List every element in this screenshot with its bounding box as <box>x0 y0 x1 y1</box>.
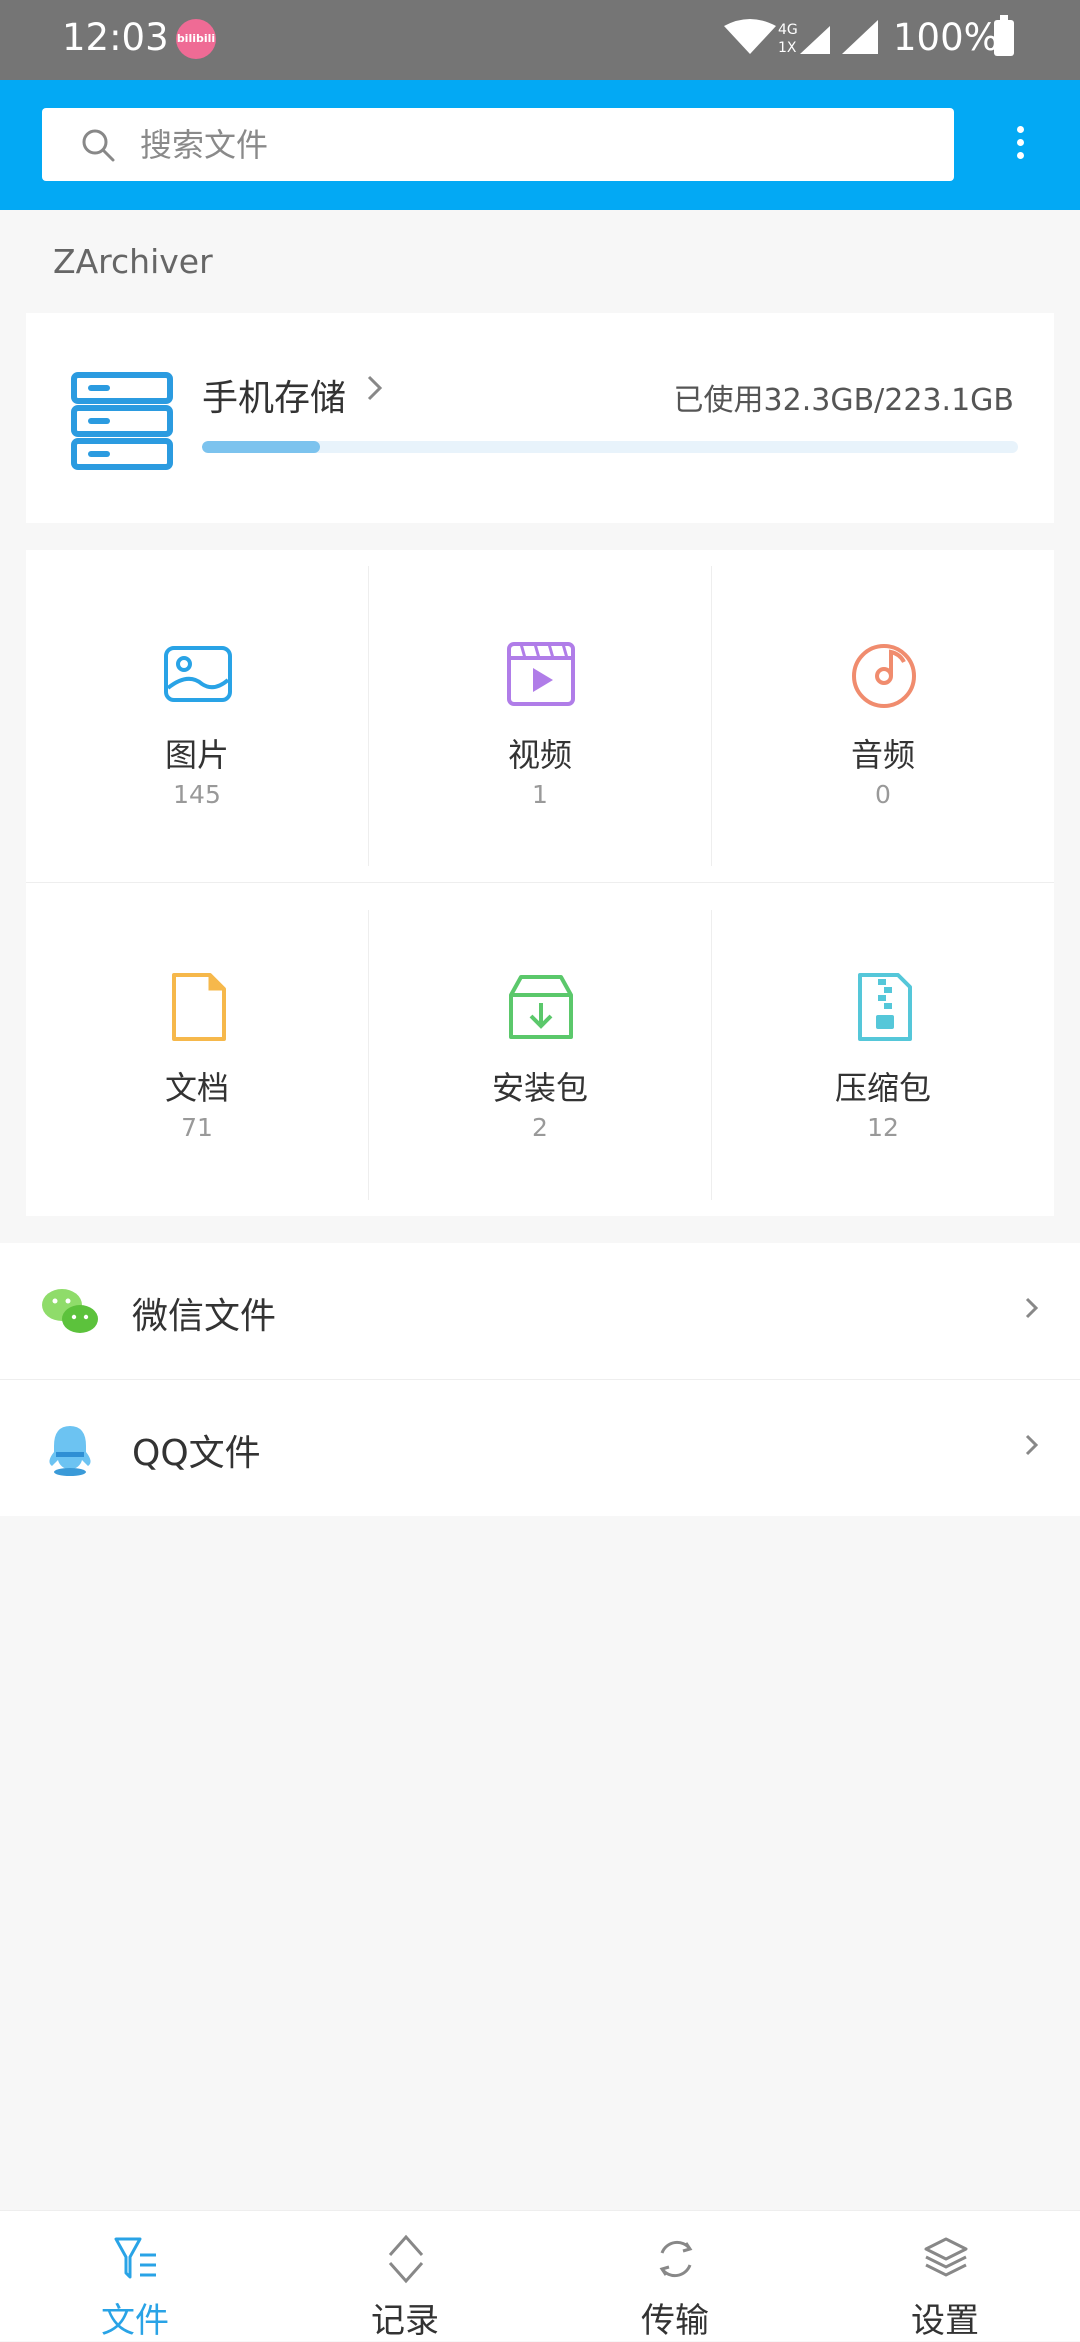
category-videos[interactable]: 视频 1 <box>369 550 711 870</box>
category-count: 145 <box>173 780 221 809</box>
signal-icons: 4G 1X <box>724 19 878 56</box>
app-bar <box>0 80 1080 210</box>
category-count: 2 <box>532 1113 548 1142</box>
search-input[interactable] <box>140 108 920 181</box>
tab-files[interactable]: 文件 <box>0 2211 270 2341</box>
storage-icon <box>71 372 173 470</box>
category-label: 文档 <box>164 1069 229 1107</box>
storage-progress-fill <box>202 441 321 453</box>
search-box[interactable] <box>42 108 954 181</box>
storage-title: 手机存储 <box>202 378 347 419</box>
settings-icon <box>924 2237 968 2277</box>
tab-label: 文件 <box>101 2301 169 2341</box>
battery-percent: 100% <box>893 16 999 59</box>
status-bar: 12:03 bilibili 4G 1X 100% <box>0 0 1080 80</box>
list-item-qq-files[interactable]: QQ文件 <box>0 1380 1080 1516</box>
storage-progress-bar <box>202 441 1018 453</box>
storage-card[interactable]: 手机存储 已使用32.3GB/223.1GB <box>26 313 1054 523</box>
archive-icon <box>858 973 912 1041</box>
category-label: 图片 <box>164 736 229 774</box>
category-images[interactable]: 图片 145 <box>26 550 368 870</box>
transfer-icon <box>659 2240 693 2278</box>
chevron-right-icon <box>367 375 383 401</box>
category-count: 71 <box>181 1113 213 1142</box>
status-time: 12:03 <box>62 16 169 59</box>
files-icon <box>114 2237 156 2279</box>
category-archives[interactable]: 压缩包 12 <box>712 883 1054 1203</box>
category-packages[interactable]: 安装包 2 <box>369 883 711 1203</box>
package-icon <box>509 975 573 1039</box>
more-options-icon[interactable] <box>1000 120 1040 170</box>
category-label: 音频 <box>850 736 915 774</box>
category-grid: 图片 145 视频 1 音频 0 文档 71 安装包 2 压缩包 12 <box>26 550 1054 1216</box>
video-icon <box>507 642 575 706</box>
tab-label: 记录 <box>371 2301 439 2341</box>
category-label: 视频 <box>507 736 572 774</box>
tab-label: 传输 <box>641 2301 709 2341</box>
tab-history[interactable]: 记录 <box>270 2211 540 2341</box>
category-count: 12 <box>867 1113 899 1142</box>
chevron-right-icon <box>1025 1434 1039 1456</box>
network-type: 4G <box>778 22 798 38</box>
wechat-icon <box>42 1289 98 1333</box>
document-icon <box>172 973 226 1041</box>
tab-settings[interactable]: 设置 <box>810 2211 1080 2341</box>
storage-used-text: 已使用32.3GB/223.1GB <box>673 383 1014 418</box>
qq-icon <box>49 1426 91 1476</box>
list-item-label: 微信文件 <box>132 1296 277 1337</box>
section-label: ZArchiver <box>53 242 213 281</box>
list-item-wechat-files[interactable]: 微信文件 <box>0 1243 1080 1379</box>
category-documents[interactable]: 文档 71 <box>26 883 368 1203</box>
chevron-right-icon <box>1025 1297 1039 1319</box>
history-icon <box>388 2234 424 2284</box>
network-sub: 1X <box>778 40 797 56</box>
category-label: 安装包 <box>491 1069 588 1107</box>
category-count: 1 <box>532 780 548 809</box>
bottom-nav: 文件 记录 传输 设置 <box>0 2210 1080 2341</box>
list-item-label: QQ文件 <box>132 1433 261 1474</box>
category-audio[interactable]: 音频 0 <box>712 550 1054 870</box>
audio-icon <box>852 644 916 708</box>
tab-label: 设置 <box>911 2301 979 2341</box>
tab-transfer[interactable]: 传输 <box>540 2211 810 2341</box>
image-icon <box>164 646 232 702</box>
battery-icon <box>994 15 1014 56</box>
bilibili-notification-icon: bilibili <box>176 19 216 59</box>
search-icon <box>82 129 115 162</box>
category-label: 压缩包 <box>834 1069 931 1107</box>
category-count: 0 <box>875 780 891 809</box>
